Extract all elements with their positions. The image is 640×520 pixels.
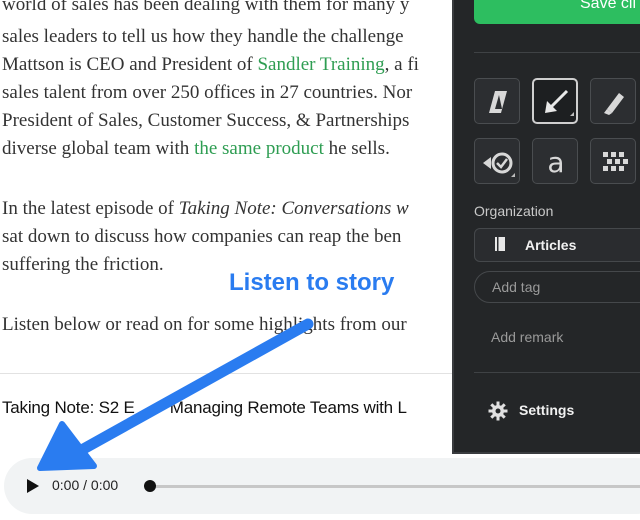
play-icon bbox=[27, 479, 39, 493]
save-clip-button[interactable]: Save cli bbox=[474, 0, 640, 24]
tool-typeface[interactable]: a bbox=[532, 138, 578, 184]
clipper-panel: Save cli a Organization Articles Add tag… bbox=[452, 0, 640, 454]
notebook-selector[interactable]: Articles bbox=[474, 228, 640, 262]
same-product-link[interactable]: the same product bbox=[194, 138, 324, 159]
audio-player: 0:00 / 0:00 bbox=[4, 458, 640, 514]
add-remark-input[interactable]: Add remark bbox=[491, 329, 563, 345]
sandler-training-link[interactable]: Sandler Training bbox=[257, 54, 384, 75]
track-title: Taking Note: S2 E_ — Managing Remote Tea… bbox=[2, 398, 407, 417]
callout-text: Listen to story bbox=[229, 269, 395, 296]
gear-icon bbox=[488, 401, 508, 421]
stamp-icon bbox=[483, 152, 515, 177]
pixelate-icon bbox=[603, 152, 628, 171]
tool-text-style[interactable] bbox=[474, 78, 520, 124]
seek-track[interactable] bbox=[150, 485, 640, 488]
tool-arrow[interactable] bbox=[532, 78, 578, 124]
arrow-icon bbox=[545, 89, 574, 116]
seek-bar[interactable] bbox=[144, 480, 640, 492]
panel-divider bbox=[474, 372, 640, 373]
svg-text:a: a bbox=[547, 146, 564, 179]
tool-stamp[interactable] bbox=[474, 138, 520, 184]
organization-label: Organization bbox=[474, 203, 554, 219]
settings-label: Settings bbox=[519, 402, 575, 418]
panel-divider bbox=[474, 52, 640, 53]
tool-highlighter[interactable] bbox=[590, 78, 636, 124]
tool-pixelate[interactable] bbox=[590, 138, 636, 184]
text-style-icon bbox=[489, 91, 507, 113]
notebook-icon bbox=[495, 237, 505, 251]
divider bbox=[0, 373, 456, 374]
time-display: 0:00 / 0:00 bbox=[52, 477, 119, 493]
add-tag-input[interactable]: Add tag bbox=[474, 271, 640, 303]
highlighter-icon bbox=[604, 93, 624, 115]
notebook-label: Articles bbox=[525, 237, 577, 253]
typeface-icon: a bbox=[547, 146, 564, 179]
play-button[interactable] bbox=[24, 477, 42, 495]
seek-knob[interactable] bbox=[144, 480, 156, 492]
